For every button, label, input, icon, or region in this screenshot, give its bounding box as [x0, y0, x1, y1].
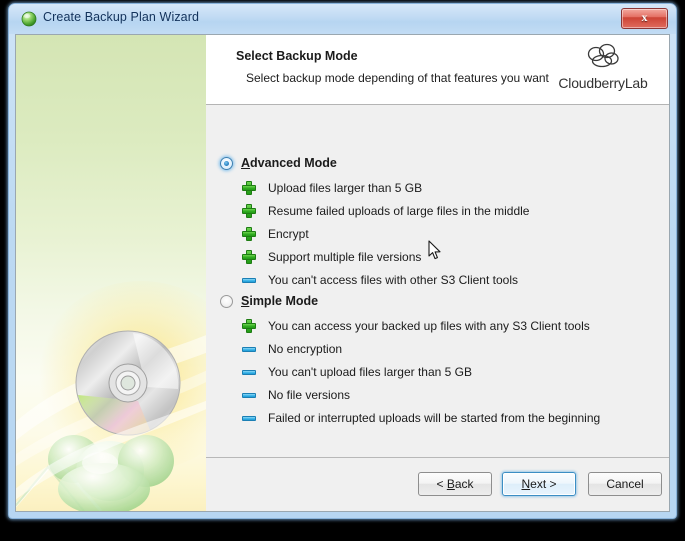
feature-list-advanced: Upload files larger than 5 GB Resume fai… — [242, 176, 669, 291]
feature-item: Encrypt — [242, 222, 669, 245]
cloud-icon — [547, 41, 659, 76]
radio-label-advanced-mode: Advanced Mode — [241, 156, 337, 170]
feature-item: Support multiple file versions — [242, 245, 669, 268]
feature-item: Failed or interrupted uploads will be st… — [242, 406, 669, 429]
panel-body: Advanced Mode Upload files larger than 5… — [206, 106, 669, 458]
radio-label-simple-mode: Simple Mode — [241, 294, 319, 308]
app-green-sphere-icon — [21, 11, 37, 27]
plus-icon — [242, 180, 256, 195]
radio-advanced-mode[interactable] — [220, 156, 233, 170]
feature-item: You can access your backed up files with… — [242, 314, 669, 337]
feature-label: You can't upload files larger than 5 GB — [268, 364, 472, 379]
minus-icon — [242, 411, 256, 425]
feature-item: Upload files larger than 5 GB — [242, 176, 669, 199]
wizard-panel: Select Backup Mode Select backup mode de… — [206, 35, 669, 511]
feature-item: No encryption — [242, 337, 669, 360]
page-title: Select Backup Mode — [236, 49, 358, 63]
feature-item: No file versions — [242, 383, 669, 406]
wizard-client-area: Select Backup Mode Select backup mode de… — [15, 34, 670, 512]
plus-icon — [242, 226, 256, 241]
wizard-sidebar-banner — [16, 35, 206, 511]
minus-icon — [242, 273, 256, 287]
feature-label: You can't access files with other S3 Cli… — [268, 272, 518, 287]
title-bar[interactable]: Create Backup Plan Wizard x — [9, 4, 676, 34]
feature-label: Support multiple file versions — [268, 249, 422, 264]
feature-label: Failed or interrupted uploads will be st… — [268, 410, 601, 425]
next-button[interactable]: Next > — [502, 472, 576, 496]
page-subtitle: Select backup mode depending of that fea… — [246, 71, 549, 85]
feature-item: You can't upload files larger than 5 GB — [242, 360, 669, 383]
brand-logo: CloudberryLab — [547, 41, 659, 91]
minus-icon — [242, 342, 256, 356]
brand-name: CloudberryLab — [558, 75, 648, 91]
feature-list-simple: You can access your backed up files with… — [242, 314, 669, 429]
feature-label: No file versions — [268, 387, 351, 402]
feature-label: You can access your backed up files with… — [268, 318, 590, 333]
feature-item: Resume failed uploads of large files in … — [242, 199, 669, 222]
feature-label: Encrypt — [268, 226, 309, 241]
cancel-button[interactable]: Cancel — [588, 472, 662, 496]
minus-icon — [242, 388, 256, 402]
minus-icon — [242, 365, 256, 379]
plus-icon — [242, 318, 256, 333]
feature-label: Upload files larger than 5 GB — [268, 180, 423, 195]
feature-label: Resume failed uploads of large files in … — [268, 203, 530, 218]
wizard-window: Create Backup Plan Wizard x Select Backu… — [8, 3, 677, 519]
sidebar-artwork — [16, 330, 206, 511]
radio-option-advanced-mode[interactable]: Advanced Mode — [220, 154, 337, 172]
panel-header: Select Backup Mode Select backup mode de… — [206, 35, 669, 105]
feature-label: No encryption — [268, 341, 343, 356]
panel-footer: < Back Next > Cancel — [206, 457, 669, 511]
feature-item: You can't access files with other S3 Cli… — [242, 268, 669, 291]
plus-icon — [242, 249, 256, 264]
radio-simple-mode[interactable] — [220, 294, 233, 308]
close-icon: x — [641, 10, 648, 24]
back-button[interactable]: < Back — [418, 472, 492, 496]
radio-option-simple-mode[interactable]: Simple Mode — [220, 292, 318, 310]
plus-icon — [242, 203, 256, 218]
close-button[interactable]: x — [621, 8, 668, 29]
window-title: Create Backup Plan Wizard — [43, 10, 200, 24]
